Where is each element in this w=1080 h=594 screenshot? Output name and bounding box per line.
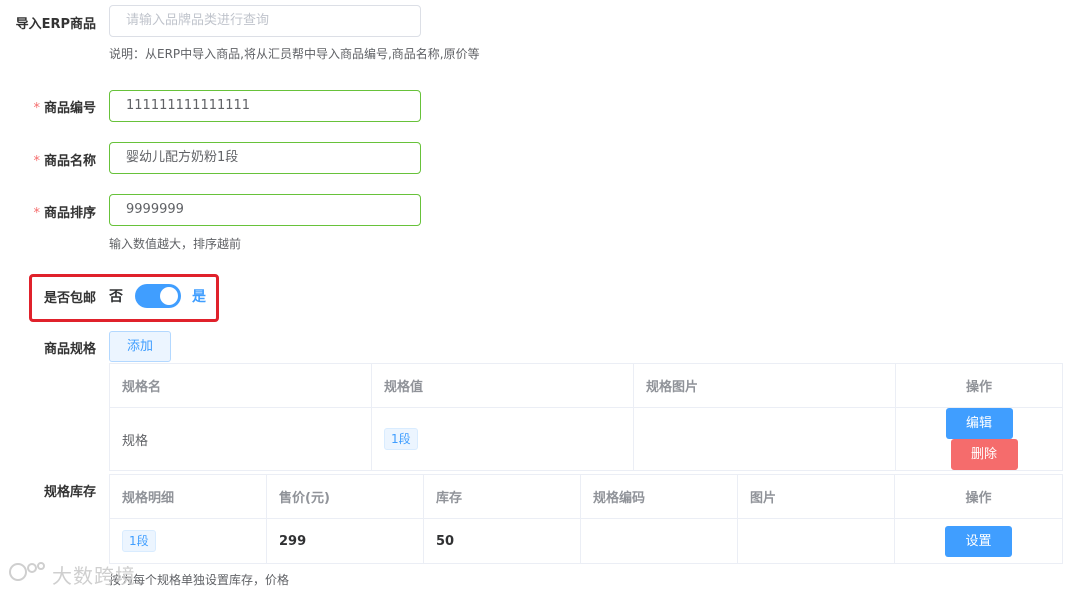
- header-spec-value: 规格值: [371, 363, 634, 408]
- stock-count-cell: 50: [423, 518, 581, 564]
- code-label: * 商品编号: [33, 101, 96, 116]
- header-spec-action: 操作: [895, 363, 1063, 408]
- set-stock-button[interactable]: 设置: [945, 525, 1012, 557]
- table-row: 规格 1段 编辑 删除: [109, 407, 1063, 471]
- header-detail: 规格明细: [109, 474, 267, 519]
- stock-price-cell: 299: [266, 518, 424, 564]
- sort-label: * 商品排序: [33, 206, 96, 221]
- erp-search-placeholder: 请输入品牌品类进行查询: [126, 13, 270, 28]
- header-spec-image: 规格图片: [633, 363, 896, 408]
- erp-search-input[interactable]: 请输入品牌品类进行查询: [109, 5, 421, 37]
- header-price: 售价(元): [266, 474, 424, 519]
- specs-label: 商品规格: [43, 342, 96, 357]
- sort-tip: 输入数值越大，排序越前: [109, 237, 242, 251]
- stock-detail-tag: 1段: [122, 530, 156, 552]
- header-code: 规格编码: [580, 474, 738, 519]
- edit-button[interactable]: 编辑: [945, 408, 1013, 439]
- header-stock: 库存: [423, 474, 581, 519]
- stock-image-cell: [737, 518, 895, 564]
- erp-tip: 说明：从ERP中导入商品,将从汇员帮中导入商品编号,商品名称,原价等: [109, 47, 480, 61]
- spec-value-cell: 1段: [371, 407, 634, 471]
- stock-tip: 按为每个规格单独设置库存，价格: [109, 573, 290, 587]
- erp-label: 导入ERP商品: [15, 17, 96, 32]
- shipping-off-text: 否: [109, 289, 123, 305]
- stock-code-cell: [580, 518, 738, 564]
- spec-image-cell: [633, 407, 896, 471]
- add-spec-button[interactable]: 添加: [109, 331, 171, 362]
- stock-table-header: 规格明细 售价(元) 库存 规格编码 图片 操作: [109, 474, 1063, 519]
- stock-table: 规格明细 售价(元) 库存 规格编码 图片 操作 1段 299 50 设置: [109, 474, 1063, 564]
- watermark-text: 大数跨境: [52, 564, 136, 588]
- shipping-on-text: 是: [192, 289, 206, 305]
- spec-name-cell: 规格: [109, 407, 372, 471]
- name-label: * 商品名称: [33, 154, 96, 169]
- table-row: 1段 299 50 设置: [109, 518, 1063, 564]
- header-image: 图片: [737, 474, 895, 519]
- toggle-knob: [160, 287, 178, 305]
- shipping-toggle[interactable]: [135, 284, 181, 308]
- stock-label: 规格库存: [43, 485, 96, 500]
- header-spec-name: 规格名: [109, 363, 372, 408]
- spec-value-tag: 1段: [384, 428, 418, 450]
- stock-action-cell: 设置: [894, 518, 1063, 564]
- spec-table-header: 规格名 规格值 规格图片 操作: [109, 363, 1063, 408]
- spec-action-cell: 编辑 删除: [895, 407, 1063, 471]
- product-sort-field[interactable]: 9999999: [109, 194, 421, 226]
- watermark-logo-icon: [9, 562, 45, 581]
- product-name-field[interactable]: 婴幼儿配方奶粉1段: [109, 142, 421, 174]
- delete-button[interactable]: 删除: [950, 439, 1018, 470]
- shipping-label: 是否包邮: [43, 291, 96, 306]
- product-code-field[interactable]: 111111111111111: [109, 90, 421, 122]
- header-action: 操作: [894, 474, 1063, 519]
- stock-detail-cell: 1段: [109, 518, 267, 564]
- spec-table: 规格名 规格值 规格图片 操作 规格 1段 编辑 删除: [109, 363, 1063, 471]
